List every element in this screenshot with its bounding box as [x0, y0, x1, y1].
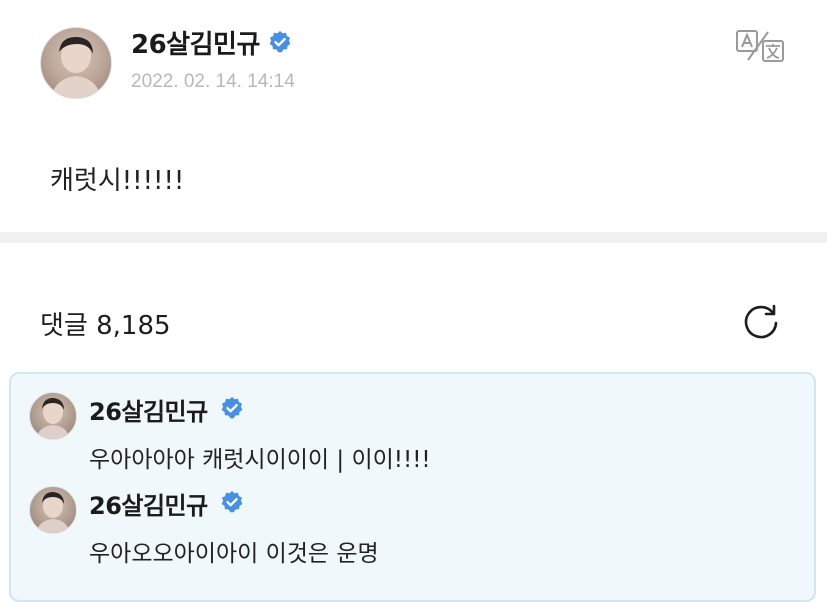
verified-badge-icon	[221, 491, 243, 513]
translate-button[interactable]	[736, 30, 784, 62]
comments-count-title: 댓글 8,185	[40, 311, 171, 341]
translate-icon	[736, 30, 784, 62]
artist-comment[interactable]: 26살김민규 우아오오아이아이 이것은 운명	[11, 480, 814, 570]
author-name[interactable]: 26살김민규	[131, 24, 260, 61]
comment-author[interactable]: 26살김민규	[89, 392, 208, 427]
avatar-portrait	[51, 36, 101, 98]
comment-text: 우아아아아 캐럿시이이이 | 이이!!!!	[89, 447, 431, 473]
comment-text: 우아오오아이아이 이것은 운명	[89, 541, 379, 567]
comment-avatar[interactable]	[29, 486, 77, 534]
author-avatar[interactable]	[40, 27, 112, 99]
section-divider	[0, 232, 827, 243]
post-body-text: 캐럿시!!!!!!	[50, 166, 185, 196]
post-timestamp: 2022. 02. 14. 14:14	[131, 71, 295, 92]
artist-comment[interactable]: 26살김민규 우아아아아 캐럿시이이이 | 이이!!!!	[11, 386, 814, 476]
post-header: 26살김민규 2022. 02. 14. 14:14	[0, 0, 827, 120]
artist-comments-box: 26살김민규 우아아아아 캐럿시이이이 | 이이!!!! 26살김민규 우아오오…	[9, 372, 816, 602]
avatar-portrait	[36, 492, 70, 533]
comment-author[interactable]: 26살김민규	[89, 486, 208, 521]
avatar-portrait	[36, 398, 70, 439]
verified-badge-icon	[221, 397, 243, 419]
refresh-icon	[744, 304, 778, 339]
refresh-button[interactable]	[740, 300, 782, 342]
comment-avatar[interactable]	[29, 392, 77, 440]
verified-badge-icon	[269, 31, 291, 53]
